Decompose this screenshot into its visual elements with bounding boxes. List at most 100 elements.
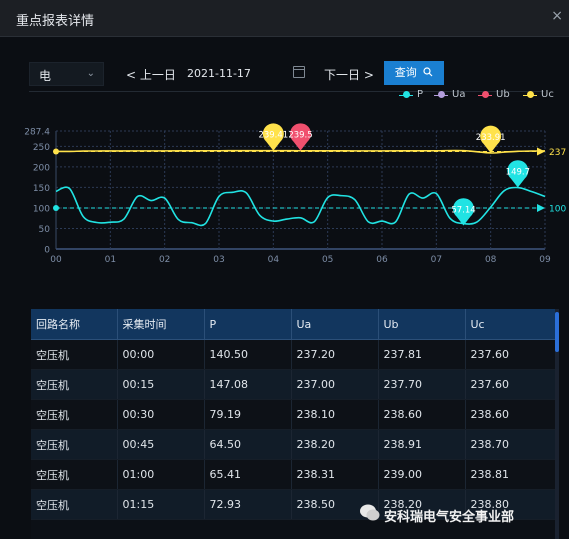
mark-line-label: 237	[549, 148, 566, 158]
table-cell: 00:30	[117, 399, 205, 430]
table-cell: 00:15	[117, 369, 205, 400]
legend-dot	[527, 91, 534, 98]
table-cell: 237.00	[291, 369, 379, 400]
next-day-label: 下一日	[324, 68, 361, 82]
table-cell: 238.60	[465, 399, 558, 430]
table-cell: 01:15	[117, 489, 205, 520]
table-cell: 238.20	[291, 429, 379, 460]
query-label: 查询	[394, 66, 417, 79]
table-cell: 01:00	[117, 459, 205, 490]
table-row[interactable]: 空压机 00:00 140.50 237.20 237.81 237.60	[31, 339, 558, 370]
chevron-right-icon: >	[360, 68, 374, 82]
table-cell: 空压机	[31, 459, 118, 490]
annotation-label: 149.7	[506, 168, 530, 178]
table-cell: 空压机	[31, 369, 118, 400]
prev-day-label: 上一日	[139, 68, 176, 82]
table-row[interactable]: 空压机 00:45 64.50 238.20 238.91 238.70	[31, 429, 558, 460]
x-tick-label: 01	[105, 255, 116, 265]
column-header[interactable]: 回路名称	[31, 309, 118, 340]
calendar-icon[interactable]	[293, 66, 305, 78]
annotation-pin-p-max: 149.7	[506, 160, 530, 188]
search-icon	[423, 67, 433, 77]
query-button[interactable]: 查询	[384, 61, 444, 85]
table-cell: 空压机	[31, 399, 118, 430]
table-row[interactable]: 空压机 00:15 147.08 237.00 237.70 237.60	[31, 369, 558, 400]
chevron-down-icon: ⌄	[86, 68, 95, 79]
y-tick-label: 250	[33, 143, 50, 153]
type-select[interactable]: 电 ⌄	[29, 62, 104, 86]
table-cell: 237.70	[378, 369, 466, 400]
column-header[interactable]: Ub	[378, 309, 466, 340]
annotation-label: 239.41	[258, 131, 288, 141]
x-tick-label: 07	[431, 255, 442, 265]
table-cell: 238.91	[378, 429, 466, 460]
table-header-row: 回路名称 采集时间 P Ua Ub Uc	[31, 309, 558, 340]
wechat-icon	[360, 504, 380, 521]
table-cell: 空压机	[31, 489, 118, 520]
data-table: 回路名称 采集时间 P Ua Ub Uc 空压机 00:00 140.50 23…	[31, 309, 558, 539]
window-title: 重点报表详情	[16, 14, 95, 29]
table-cell: 00:45	[117, 429, 205, 460]
title-bar: 重点报表详情 ×	[0, 0, 569, 37]
y-tick-label: 287.4	[24, 128, 50, 138]
watermark-text: 安科瑞电气安全事业部	[384, 510, 515, 525]
table-cell: 147.08	[204, 369, 292, 400]
date-picker[interactable]: 2021-11-17	[179, 62, 305, 86]
annotation-pin-uc-min: 233.91	[476, 125, 506, 153]
table-row[interactable]: 空压机 00:30 79.19 238.10 238.60 238.60	[31, 399, 558, 430]
table-cell: 238.10	[291, 399, 379, 430]
column-header[interactable]: P	[204, 309, 292, 340]
column-header[interactable]: 采集时间	[117, 309, 205, 340]
close-icon[interactable]: ×	[551, 8, 563, 24]
mark-line-label: 100	[549, 204, 566, 214]
x-tick-label: 00	[50, 255, 62, 265]
x-tick-label: 09	[539, 255, 551, 265]
mark-line-start-dot	[53, 204, 59, 211]
legend-label: Ua	[452, 89, 466, 100]
annotation-label: 233.91	[476, 133, 506, 143]
table-cell: 237.60	[465, 339, 558, 370]
toolbar-divider	[29, 91, 544, 92]
legend-label: Ub	[496, 89, 510, 100]
x-tick-label: 05	[322, 255, 333, 265]
chevron-left-icon: <	[126, 68, 140, 82]
table-cell: 238.81	[465, 459, 558, 490]
column-header[interactable]: Ua	[291, 309, 379, 340]
annotation-pin-uc-max: 239.41	[258, 123, 288, 151]
table-cell: 65.41	[204, 459, 292, 490]
legend-dot	[438, 91, 445, 98]
x-tick-label: 06	[376, 255, 388, 265]
annotation-label: 239.5	[288, 131, 312, 141]
legend-label: P	[417, 89, 424, 100]
x-tick-label: 04	[268, 255, 280, 265]
annotation-label: 57.14	[451, 206, 475, 216]
y-tick-label: 200	[33, 163, 50, 173]
x-tick-label: 08	[485, 255, 497, 265]
table-cell: 00:00	[117, 339, 205, 370]
next-day-button[interactable]: 下一日 >	[324, 66, 374, 83]
table-cell: 237.81	[378, 339, 466, 370]
column-header[interactable]: Uc	[465, 309, 558, 340]
legend-label: Uc	[541, 89, 554, 100]
table-cell: 72.93	[204, 489, 292, 520]
legend-dot	[482, 91, 489, 98]
table-cell: 237.20	[291, 339, 379, 370]
table-cell: 237.60	[465, 369, 558, 400]
x-tick-label: 02	[159, 255, 170, 265]
mark-line-arrow	[537, 203, 545, 212]
table-cell: 238.70	[465, 429, 558, 460]
y-tick-label: 100	[33, 204, 50, 214]
line-chart: 0 50 100 150 200 250 287.4 00 01 02 03 04 05 06 07 08 09…	[24, 123, 566, 265]
table-cell: 79.19	[204, 399, 292, 430]
table-cell: 空压机	[31, 429, 118, 460]
table-row[interactable]: 空压机 01:00 65.41 238.31 239.00 238.81	[31, 459, 558, 490]
legend-dot	[403, 91, 410, 98]
table-cell: 238.31	[291, 459, 379, 490]
table-cell: 239.00	[378, 459, 466, 490]
prev-day-button[interactable]: < 上一日	[126, 66, 176, 83]
y-tick-label: 150	[33, 184, 50, 194]
table-scrollbar[interactable]	[555, 312, 559, 352]
table-cell: 140.50	[204, 339, 292, 370]
y-tick-label: 50	[39, 225, 51, 235]
y-tick-label: 0	[44, 246, 50, 256]
